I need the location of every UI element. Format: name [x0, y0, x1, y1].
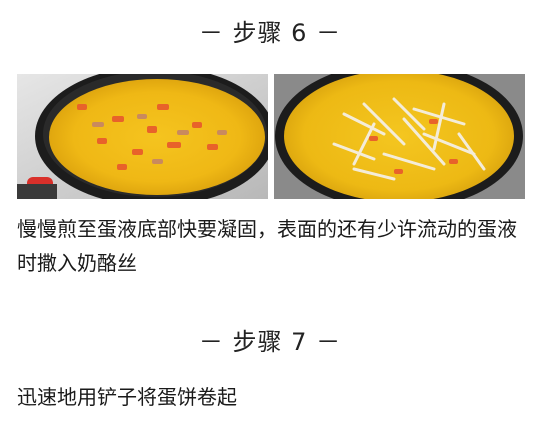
step-6-heading: － 步骤 6 － [198, 19, 342, 47]
pan-with-egg-and-vegetables-photo [17, 74, 268, 199]
step-7-description: 迅速地用铲子将蛋饼卷起 [17, 385, 237, 409]
step-6-photo-row [17, 74, 525, 199]
step-7-heading: － 步骤 7 － [198, 328, 342, 356]
step-6-description: 慢慢煎至蛋液底部快要凝固，表面的还有少许流动的蛋液时撒入奶酪丝 [17, 217, 517, 275]
recipe-page: － 步骤 6 － 慢慢煎至蛋液底部快要凝固，表面的还有少许流动的蛋液时撒入奶酪丝… [0, 0, 540, 442]
pan-with-egg-and-shredded-cheese-photo [274, 74, 525, 199]
